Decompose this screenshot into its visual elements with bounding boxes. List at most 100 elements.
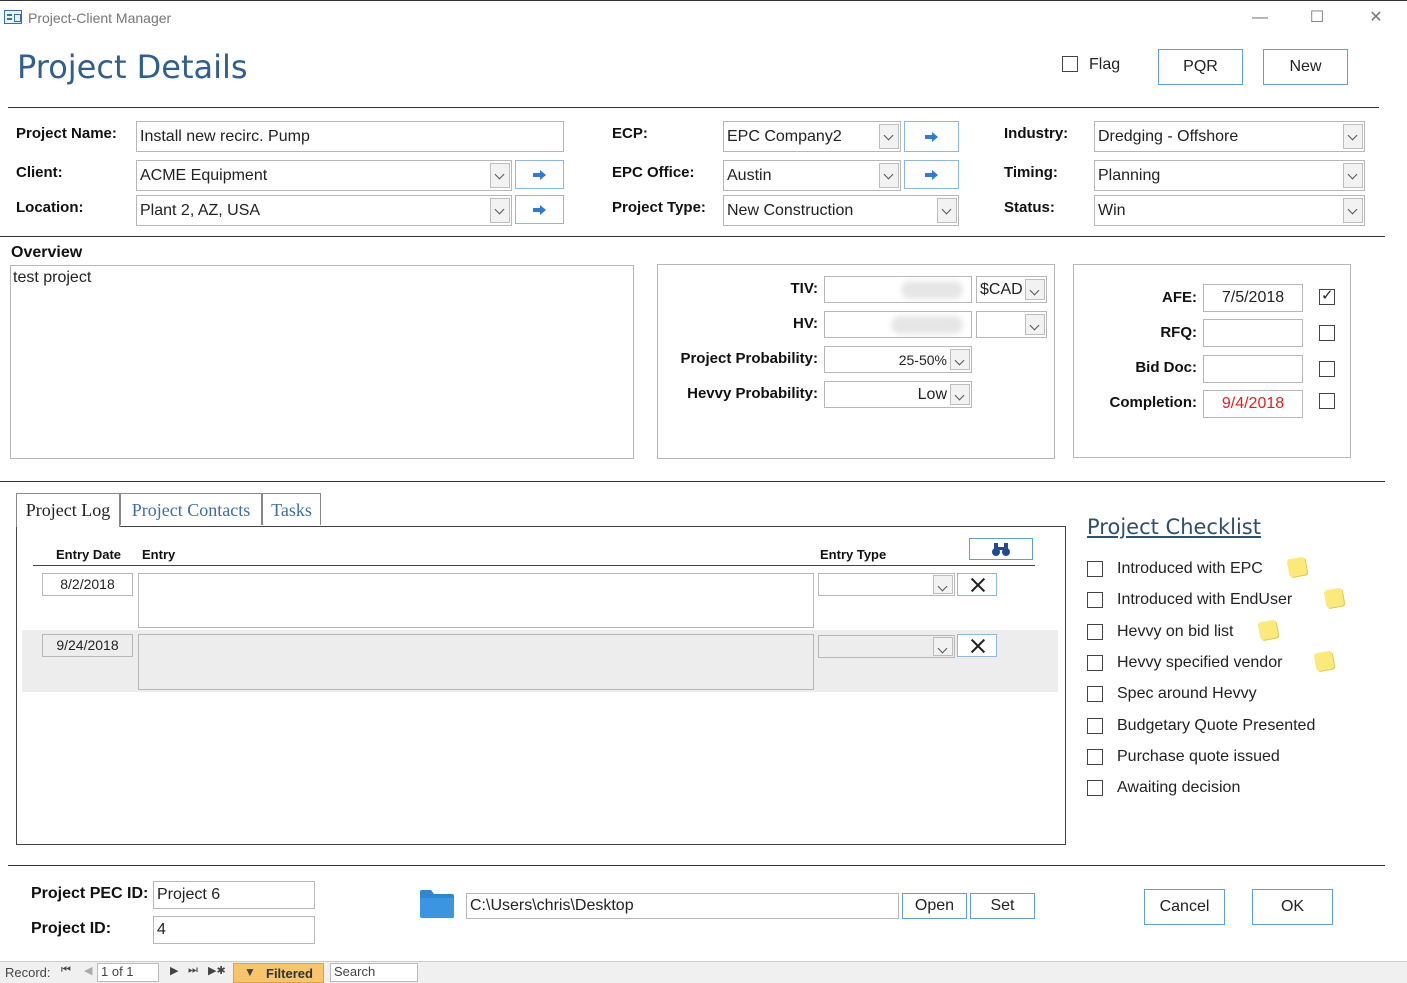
chevron-down-icon[interactable] <box>1343 124 1363 149</box>
checklist-checkbox[interactable] <box>1087 780 1103 797</box>
checklist-checkbox[interactable] <box>1087 748 1103 765</box>
record-label: Record: <box>5 965 51 980</box>
close-button[interactable]: ✕ <box>1356 7 1396 31</box>
entry-date-cell[interactable]: 9/24/2018 <box>42 634 133 657</box>
record-position-input[interactable]: 1 of 1 <box>97 963 159 982</box>
delete-entry-button[interactable] <box>957 634 997 657</box>
cancel-button[interactable]: Cancel <box>1144 889 1225 925</box>
entry-cell[interactable] <box>138 573 814 628</box>
chevron-down-icon[interactable] <box>1025 279 1045 300</box>
open-folder-button[interactable]: Open <box>902 893 967 919</box>
maximize-button[interactable]: ☐ <box>1297 7 1337 31</box>
project-name-input[interactable]: Install new recirc. Pump <box>136 121 564 152</box>
filter-toggle[interactable]: ▼ Filtered <box>233 963 324 983</box>
client-open-button[interactable] <box>515 160 564 189</box>
checklist-checkbox[interactable] <box>1087 592 1103 609</box>
checklist-item-label: Purchase quote issued <box>1117 747 1280 765</box>
footer-divider <box>8 865 1385 866</box>
timing-combo[interactable]: Planning <box>1094 160 1365 191</box>
checklist-checkbox[interactable] <box>1087 717 1103 734</box>
funnel-icon: ▼ <box>244 965 256 979</box>
chevron-down-icon[interactable] <box>950 349 970 370</box>
first-record-icon[interactable]: ⏮ <box>61 964 71 977</box>
project-type-combo[interactable]: New Construction <box>723 195 959 226</box>
chevron-down-icon[interactable] <box>879 163 899 188</box>
tab-project-contacts[interactable]: Project Contacts <box>120 493 262 525</box>
checklist-checkbox[interactable] <box>1087 623 1103 640</box>
completion-checkbox[interactable] <box>1319 393 1335 409</box>
checklist-checkbox[interactable] <box>1087 561 1103 577</box>
new-record-icon[interactable]: ▶✱ <box>208 964 226 977</box>
location-open-button[interactable] <box>515 195 564 224</box>
arrow-right-icon <box>532 169 547 180</box>
pqr-button[interactable]: PQR <box>1158 49 1243 85</box>
afe-checkbox[interactable]: ✓ <box>1319 287 1335 305</box>
tiv-currency-combo[interactable]: $CAD <box>976 276 1047 303</box>
checklist-checkbox[interactable] <box>1087 654 1103 671</box>
chevron-down-icon[interactable] <box>1343 163 1363 188</box>
checklist-checkbox[interactable] <box>1087 686 1103 703</box>
epc-office-open-button[interactable] <box>904 160 959 189</box>
epc-office-combo[interactable]: Austin <box>723 160 901 191</box>
sticky-note-icon[interactable] <box>1313 650 1335 672</box>
flag-label: Flag <box>1089 56 1121 73</box>
find-button[interactable] <box>969 538 1033 560</box>
ecp-combo[interactable]: EPC Company2 <box>723 121 901 152</box>
folder-path-input[interactable]: C:\Users\chris\Desktop <box>466 893 899 919</box>
search-input[interactable]: Search <box>330 963 418 982</box>
tiv-currency-value: $CAD <box>980 281 1022 298</box>
project-probability-combo[interactable]: 25-50% <box>824 346 972 373</box>
overview-textarea[interactable]: test project <box>10 265 634 459</box>
rfq-date-input[interactable] <box>1203 319 1303 347</box>
bid-doc-checkbox[interactable] <box>1319 361 1335 377</box>
tiv-input[interactable] <box>824 276 972 303</box>
chevron-down-icon[interactable] <box>490 198 510 223</box>
set-folder-button[interactable]: Set <box>970 893 1035 919</box>
afe-date-input[interactable]: 7/5/2018 <box>1203 284 1303 312</box>
ok-button[interactable]: OK <box>1252 889 1333 925</box>
entry-date-cell[interactable]: 8/2/2018 <box>42 573 133 596</box>
tab-tasks[interactable]: Tasks <box>262 493 321 525</box>
chevron-down-icon[interactable] <box>933 637 953 656</box>
pec-id-input[interactable]: Project 6 <box>153 881 315 909</box>
form-icon <box>4 10 22 24</box>
folder-icon[interactable] <box>419 888 455 919</box>
chevron-down-icon[interactable] <box>950 384 970 405</box>
chevron-down-icon[interactable] <box>937 198 957 223</box>
new-button[interactable]: New <box>1263 49 1348 85</box>
sticky-note-icon[interactable] <box>1257 619 1279 641</box>
entry-type-combo[interactable] <box>818 635 955 658</box>
previous-record-icon[interactable]: ◀ <box>84 964 92 977</box>
epc-office-label: EPC Office: <box>612 164 695 181</box>
industry-combo[interactable]: Dredging - Offshore <box>1094 121 1365 152</box>
bid-doc-date-input[interactable] <box>1203 355 1303 383</box>
client-combo[interactable]: ACME Equipment <box>136 160 512 191</box>
chevron-down-icon[interactable] <box>879 124 899 149</box>
hv-input[interactable] <box>824 311 972 338</box>
last-record-icon[interactable]: ⏭ <box>188 964 198 977</box>
status-combo[interactable]: Win <box>1094 195 1365 226</box>
rfq-checkbox[interactable] <box>1319 325 1335 341</box>
chevron-down-icon[interactable] <box>933 575 953 594</box>
minimize-button[interactable]: — <box>1240 7 1280 31</box>
project-id-input[interactable]: 4 <box>153 916 315 944</box>
sticky-note-icon[interactable] <box>1323 587 1345 609</box>
entry-cell[interactable] <box>138 634 814 690</box>
completion-date-input[interactable]: 9/4/2018 <box>1203 390 1303 418</box>
delete-entry-button[interactable] <box>957 573 997 596</box>
hv-currency-combo[interactable] <box>976 311 1047 338</box>
entry-type-combo[interactable] <box>818 573 955 596</box>
sticky-note-icon[interactable] <box>1286 556 1308 578</box>
next-record-icon[interactable]: ▶ <box>170 964 178 977</box>
ecp-open-button[interactable] <box>904 121 959 152</box>
chevron-down-icon[interactable] <box>1343 198 1363 223</box>
hevvy-probability-combo[interactable]: Low <box>824 381 972 408</box>
location-combo[interactable]: Plant 2, AZ, USA <box>136 195 512 226</box>
tab-project-log[interactable]: Project Log <box>16 493 120 527</box>
header-divider <box>8 107 1379 108</box>
chevron-down-icon[interactable] <box>490 163 510 188</box>
bid-doc-label: Bid Doc: <box>1135 359 1197 376</box>
chevron-down-icon[interactable] <box>1025 314 1045 335</box>
flag-checkbox[interactable] <box>1062 56 1078 72</box>
project-id-label: Project ID: <box>31 920 112 937</box>
